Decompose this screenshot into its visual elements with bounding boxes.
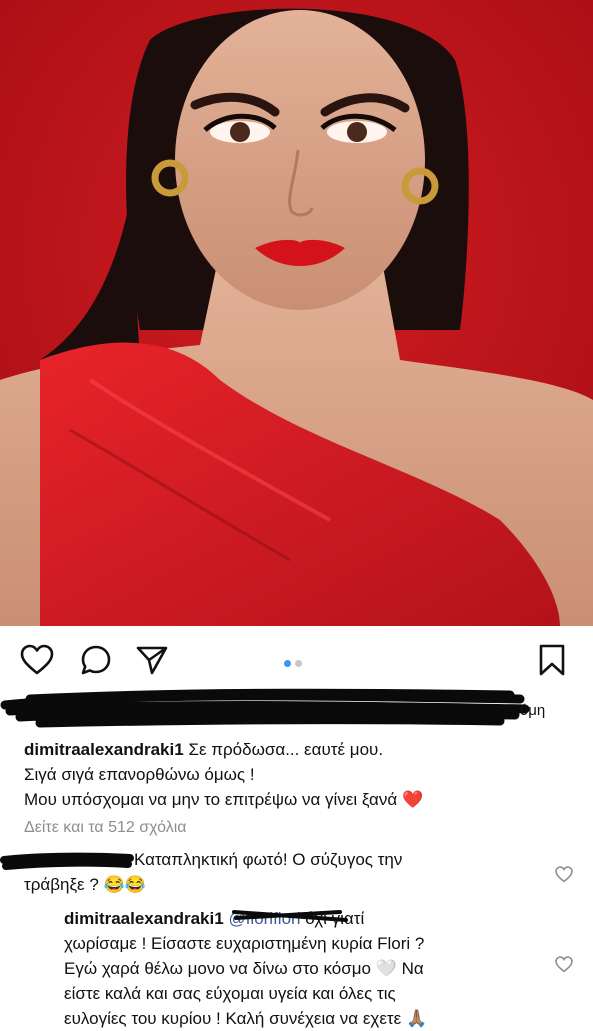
bookmark-icon[interactable]	[538, 644, 566, 676]
reply-line-4: είστε καλά και σας εύχομαι υγεία και όλε…	[64, 984, 396, 1003]
comment: Καταπληκτική φωτό! Ο σύζυγος την τράβηξε…	[24, 847, 544, 897]
comment-text-line-1: Καταπληκτική φωτό! Ο σύζυγος την	[134, 850, 403, 869]
carousel-dot	[295, 660, 302, 667]
caption-username[interactable]: dimitraalexandraki1	[24, 740, 184, 759]
likes-text-tail: ύμη	[520, 702, 546, 719]
post-caption: dimitraalexandraki1 Σε πρόδωσα... εαυτέ …	[24, 737, 564, 812]
caption-line-3: Μου υπόσχομαι να μην το επιτρέψω να γίνε…	[24, 790, 398, 809]
laughing-emoji: 😂😂	[103, 875, 146, 894]
caption-line-1: Σε πρόδωσα... εαυτέ μου.	[188, 740, 384, 759]
view-all-comments-link[interactable]: Δείτε και τα 512 σχόλια	[24, 819, 187, 837]
comment-text-line-2: τράβηξε ?	[24, 875, 99, 894]
reply-username[interactable]: dimitraalexandraki1	[64, 909, 224, 928]
reply-like-heart-icon[interactable]	[555, 956, 573, 973]
reply-line-3: Εγώ χαρά θέλω μονο να δίνω στο κόσμο	[64, 959, 371, 978]
caption-line-2: Σιγά σιγά επανορθώνω όμως !	[24, 765, 255, 784]
redaction-scribble	[232, 910, 348, 922]
heart-emoji: ❤️	[401, 790, 424, 809]
heart-icon[interactable]	[20, 644, 54, 676]
redaction-scribble	[0, 688, 530, 728]
reply-line-2: χωρίσαμε ! Είσαστε ευχαριστημένη κυρία F…	[64, 934, 425, 953]
carousel-indicator	[284, 654, 306, 672]
reply-line-3-tail: Να	[401, 959, 424, 978]
comment-icon[interactable]	[80, 644, 112, 676]
share-icon[interactable]	[136, 645, 168, 675]
comment-like-heart-icon[interactable]	[555, 866, 573, 883]
post-photo[interactable]	[0, 0, 593, 626]
portrait-illustration	[0, 0, 593, 626]
praying-hands-emoji: 🙏🏽	[405, 1009, 428, 1028]
reply-line-5: ευλογίες του κυρίου ! Καλή συνέχεια να ε…	[64, 1009, 402, 1028]
carousel-dot-active	[284, 660, 291, 667]
white-heart-emoji: 🤍	[375, 959, 397, 978]
